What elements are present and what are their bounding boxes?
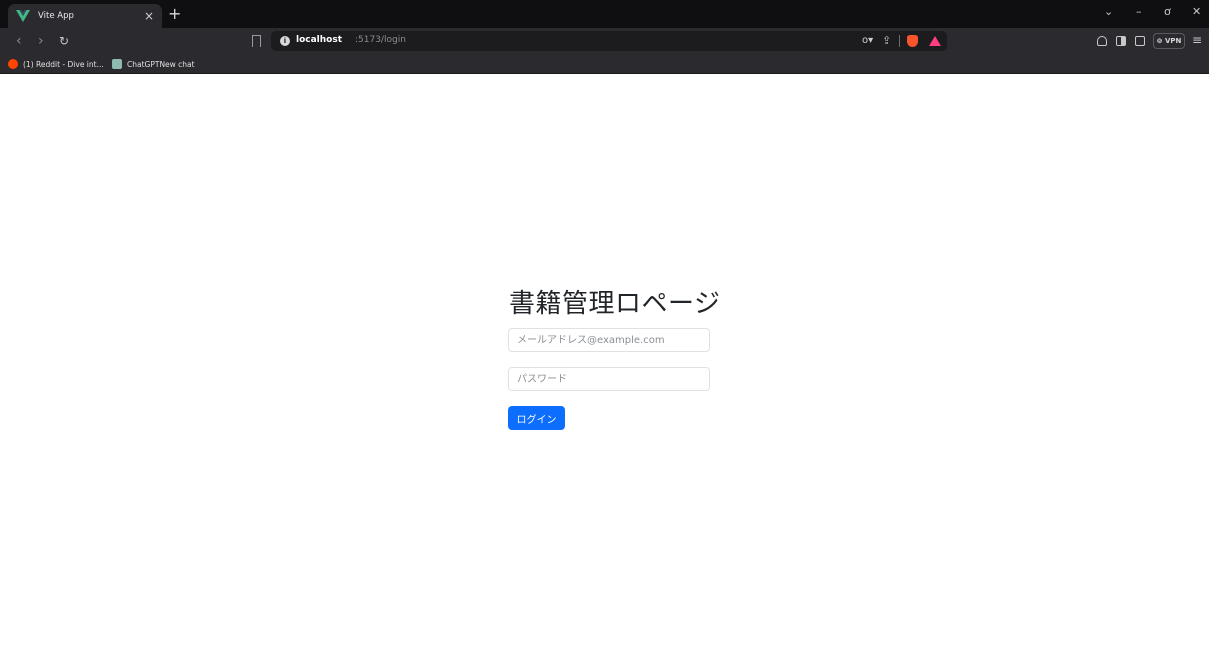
bookmark-label: ChatGPTNew chat bbox=[127, 59, 195, 69]
bookmark-chatgpt[interactable]: ChatGPTNew chat bbox=[112, 58, 195, 70]
wallet-icon[interactable] bbox=[1135, 36, 1145, 46]
browser-toolbar: ‹ › ↻ i localhost :5173/login o▾ ⇪ ⊚ VPN… bbox=[0, 28, 1209, 54]
brave-rewards-icon[interactable] bbox=[929, 36, 941, 46]
forward-button[interactable]: › bbox=[38, 34, 44, 48]
new-tab-button[interactable]: + bbox=[168, 6, 181, 22]
vpn-button[interactable]: ⊚ VPN bbox=[1153, 33, 1185, 49]
tab-search-icon[interactable]: ⌄ bbox=[1104, 6, 1113, 18]
key-icon[interactable]: o▾ bbox=[862, 35, 873, 46]
login-button[interactable]: ログイン bbox=[508, 406, 565, 430]
minimize-button[interactable]: – bbox=[1136, 6, 1142, 18]
tab-close-icon[interactable]: × bbox=[144, 10, 154, 22]
url-separator bbox=[899, 35, 900, 47]
extensions-icon[interactable] bbox=[1097, 36, 1107, 46]
address-bar[interactable]: i localhost :5173/login o▾ ⇪ bbox=[271, 31, 947, 51]
back-button[interactable]: ‹ bbox=[16, 34, 22, 48]
password-field[interactable] bbox=[508, 367, 710, 391]
restore-button[interactable]: ơ bbox=[1164, 6, 1171, 18]
brave-shield-icon[interactable] bbox=[907, 35, 918, 47]
url-host: localhost bbox=[296, 35, 343, 45]
page-content: 書籍管理ロページ ログイン bbox=[0, 75, 1209, 645]
share-icon[interactable]: ⇪ bbox=[882, 34, 891, 47]
bookmarks-bar: (1) Reddit - Dive int... ChatGPTNew chat bbox=[0, 54, 1209, 74]
info-icon[interactable]: i bbox=[280, 36, 290, 46]
chatgpt-icon bbox=[112, 59, 122, 69]
reddit-icon bbox=[8, 59, 18, 69]
vue-logo-icon bbox=[16, 10, 30, 22]
menu-icon[interactable]: ≡ bbox=[1192, 33, 1202, 47]
url-path: :5173/login bbox=[355, 35, 406, 45]
close-window-button[interactable]: ✕ bbox=[1192, 6, 1201, 18]
reload-button[interactable]: ↻ bbox=[59, 34, 69, 48]
email-field[interactable] bbox=[508, 328, 710, 352]
bookmark-icon[interactable] bbox=[252, 35, 261, 47]
bookmark-reddit[interactable]: (1) Reddit - Dive int... bbox=[8, 58, 104, 70]
sidebar-icon[interactable] bbox=[1116, 36, 1126, 46]
tab-vite-app[interactable]: Vite App × bbox=[8, 4, 162, 28]
tab-strip: Vite App × + ⌄ – ơ ✕ bbox=[0, 0, 1209, 28]
bookmark-label: (1) Reddit - Dive int... bbox=[23, 59, 104, 69]
page-title: 書籍管理ロページ bbox=[509, 289, 721, 319]
tab-title: Vite App bbox=[38, 11, 74, 21]
